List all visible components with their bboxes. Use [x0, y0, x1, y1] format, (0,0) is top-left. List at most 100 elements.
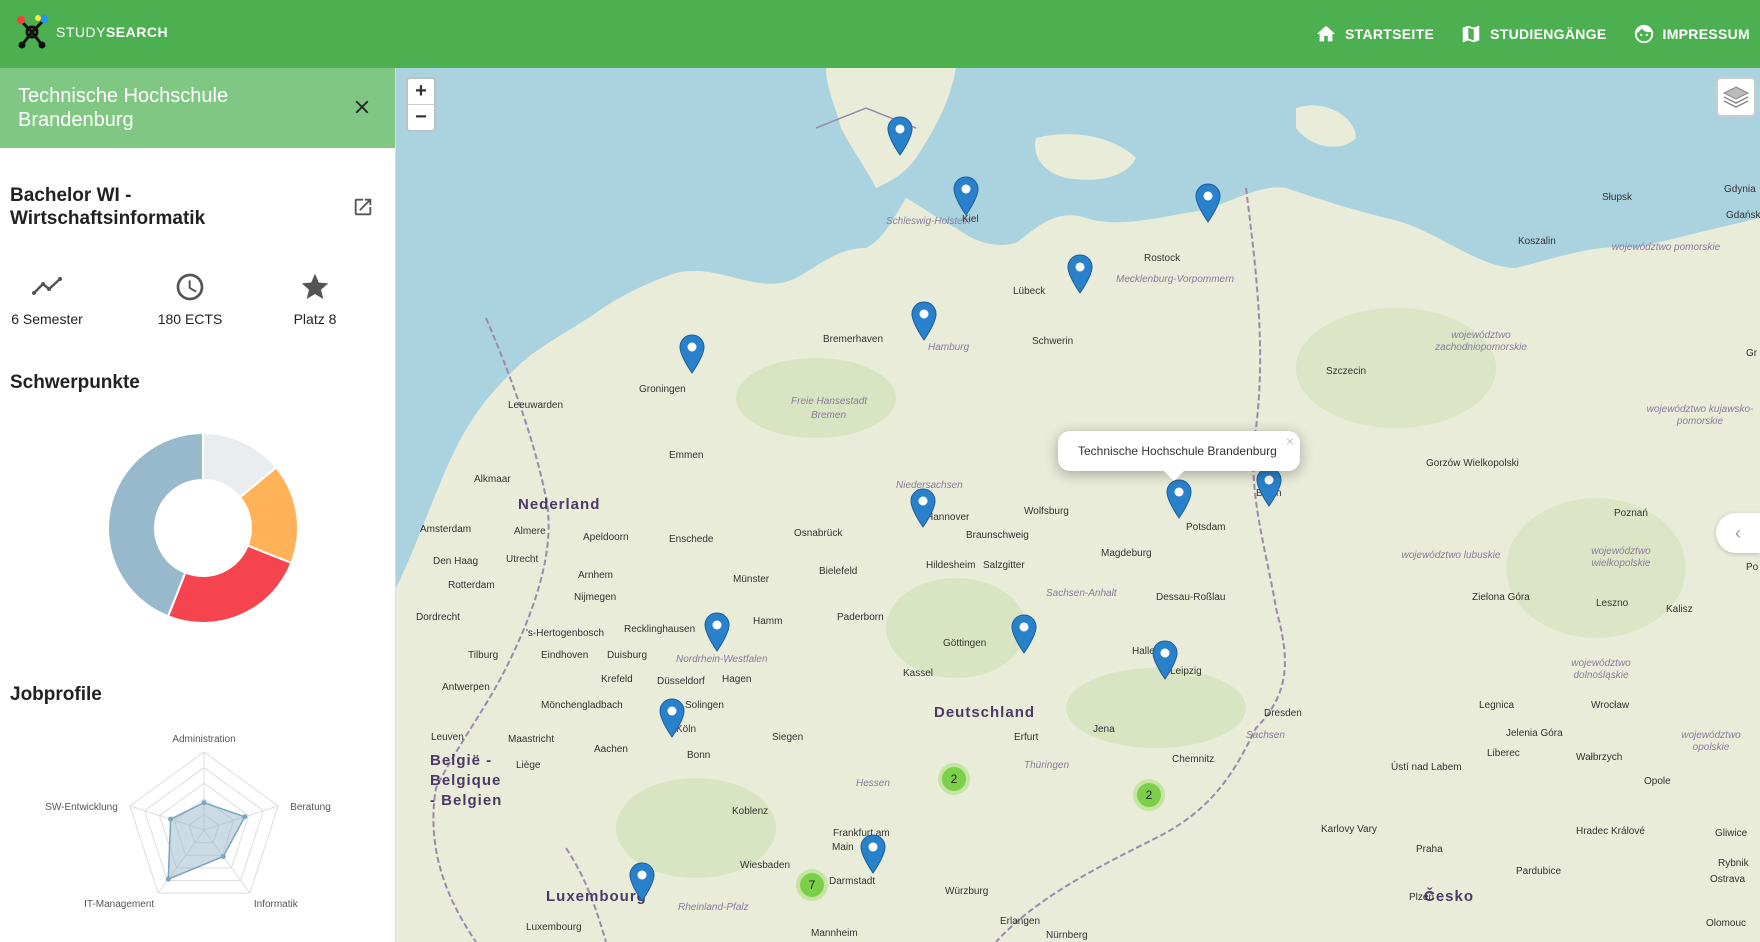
map-marker[interactable] — [1011, 614, 1037, 654]
place-label: Kalisz — [1666, 604, 1693, 615]
place-label: Szczecin — [1326, 366, 1367, 377]
country-label: - Belgien — [430, 792, 503, 809]
map-marker[interactable] — [1195, 183, 1221, 223]
place-label: Kassel — [903, 668, 934, 679]
cluster-count: 7 — [800, 873, 824, 897]
zoom-in-button[interactable]: + — [408, 79, 434, 105]
radar-point — [242, 814, 248, 820]
stat-label: Platz 8 — [293, 311, 337, 327]
map-marker[interactable] — [911, 301, 937, 341]
place-label: Słupsk — [1602, 192, 1633, 203]
nav-startseite[interactable]: STARTSEITE — [1315, 23, 1434, 45]
place-label: Darmstadt — [829, 876, 876, 887]
place-label: Mannheim — [811, 928, 858, 939]
region-label: Sachsen — [1246, 730, 1285, 741]
place-label: Paderborn — [837, 612, 884, 623]
map-marker[interactable] — [1152, 640, 1178, 680]
map-marker[interactable] — [1256, 467, 1282, 507]
place-label: Würzburg — [945, 886, 989, 897]
place-label: Gr — [1746, 348, 1758, 359]
map-marker[interactable] — [629, 862, 655, 902]
region-label: Thüringen — [1024, 760, 1070, 771]
place-label: Leuven — [431, 732, 464, 743]
program-title: Bachelor WI - Wirtschaftsinformatik — [10, 185, 206, 229]
place-label: Plzeň — [1409, 892, 1435, 903]
place-label: Siegen — [772, 732, 804, 743]
place-label: Krefeld — [601, 674, 633, 685]
place-label: Wiesbaden — [740, 860, 791, 871]
marker-cluster[interactable]: 2 — [938, 763, 970, 795]
nav-label: STUDIENGÄNGE — [1490, 26, 1607, 42]
map-marker[interactable] — [887, 116, 913, 156]
close-icon[interactable] — [351, 96, 373, 118]
place-label: Dordrecht — [416, 612, 460, 623]
place-label: Groningen — [639, 384, 686, 395]
map-marker[interactable] — [910, 488, 936, 528]
cluster-count: 2 — [1137, 783, 1161, 807]
map-marker[interactable] — [953, 176, 979, 216]
place-label: Almere — [514, 526, 546, 537]
radar-label: Beratung — [290, 802, 331, 813]
star-icon — [301, 273, 329, 299]
map-marker[interactable] — [1067, 254, 1093, 294]
place-label: Osnabrück — [794, 528, 843, 539]
region-label: Hessen — [856, 778, 890, 789]
clock-icon — [176, 273, 204, 301]
nav-impressum[interactable]: IMPRESSUM — [1633, 23, 1751, 45]
app-logo[interactable]: STUDYSEARCH — [16, 14, 168, 50]
stat-label: 180 ECTS — [157, 311, 223, 327]
radar-point — [220, 854, 226, 860]
place-label: Rostock — [1144, 253, 1181, 264]
popup-title: Technische Hochschule Brandenburg — [1078, 444, 1277, 458]
sidebar-header: Technische Hochschule Brandenburg — [0, 68, 395, 148]
region-label: Bremen — [811, 410, 847, 421]
radar-point — [201, 800, 207, 806]
map-marker[interactable] — [860, 834, 886, 874]
place-label: Enschede — [669, 534, 714, 545]
place-label: Amsterdam — [420, 524, 472, 535]
country-label: België - — [430, 752, 493, 769]
main-nav: STARTSEITE STUDIENGÄNGE IMPRESSUM — [1315, 0, 1750, 68]
place-label: Main — [832, 842, 854, 853]
nav-studiengaenge[interactable]: STUDIENGÄNGE — [1460, 23, 1606, 45]
place-label: Nürnberg — [1046, 930, 1088, 941]
place-label: Chemnitz — [1172, 754, 1215, 765]
country-label: Belgique — [430, 772, 502, 789]
place-label: Tilburg — [468, 650, 499, 661]
marker-cluster[interactable]: 7 — [796, 869, 828, 901]
place-label: Düsseldorf — [657, 676, 705, 687]
map-marker[interactable] — [704, 612, 730, 652]
place-label: Wrocław — [1591, 700, 1630, 711]
focus-heading: Schwerpunkte — [10, 372, 140, 393]
popup-close-button[interactable]: × — [1286, 433, 1294, 449]
stat-rank: Platz 8 — [285, 271, 345, 327]
radar-label: Informatik — [254, 899, 299, 910]
map-marker-selected[interactable] — [1166, 479, 1192, 519]
open-external-icon[interactable] — [352, 196, 374, 218]
region-label: województwo pomorskie — [1611, 242, 1721, 253]
place-label: Bremerhaven — [823, 334, 884, 345]
place-label: Koblenz — [732, 806, 769, 817]
zoom-out-button[interactable]: − — [408, 105, 434, 130]
place-label: Luxembourg — [526, 922, 582, 933]
marker-popup: Technische Hochschule Brandenburg × — [1058, 431, 1300, 471]
map-marker[interactable] — [679, 334, 705, 374]
jobs-heading: Jobprofile — [10, 684, 102, 705]
job-profile-radar-chart: Administration Beratung Informatik IT-Manag… — [45, 734, 331, 910]
map-marker[interactable] — [659, 698, 685, 738]
molecule-logo-icon — [17, 15, 48, 49]
place-label: Mönchengladbach — [541, 700, 623, 711]
place-label: Erfurt — [1014, 732, 1039, 743]
radar-point — [168, 816, 174, 822]
marker-cluster[interactable]: 2 — [1133, 779, 1165, 811]
university-title: Technische Hochschule Brandenburg — [18, 85, 229, 131]
place-label: Dessau-Roßlau — [1156, 592, 1226, 603]
place-label: Rybnik — [1718, 858, 1749, 869]
layers-control[interactable] — [1716, 77, 1756, 117]
map-view[interactable]: Schleswig-Holstein Mecklenburg-Vorpommer… — [396, 68, 1760, 942]
place-label: Hamm — [753, 616, 783, 627]
panel-toggle-tab[interactable]: ‹ — [1716, 513, 1760, 553]
place-label: Rotterdam — [448, 580, 495, 591]
place-label: 's-Hertogenbosch — [526, 628, 605, 639]
cluster-count: 2 — [942, 767, 966, 791]
